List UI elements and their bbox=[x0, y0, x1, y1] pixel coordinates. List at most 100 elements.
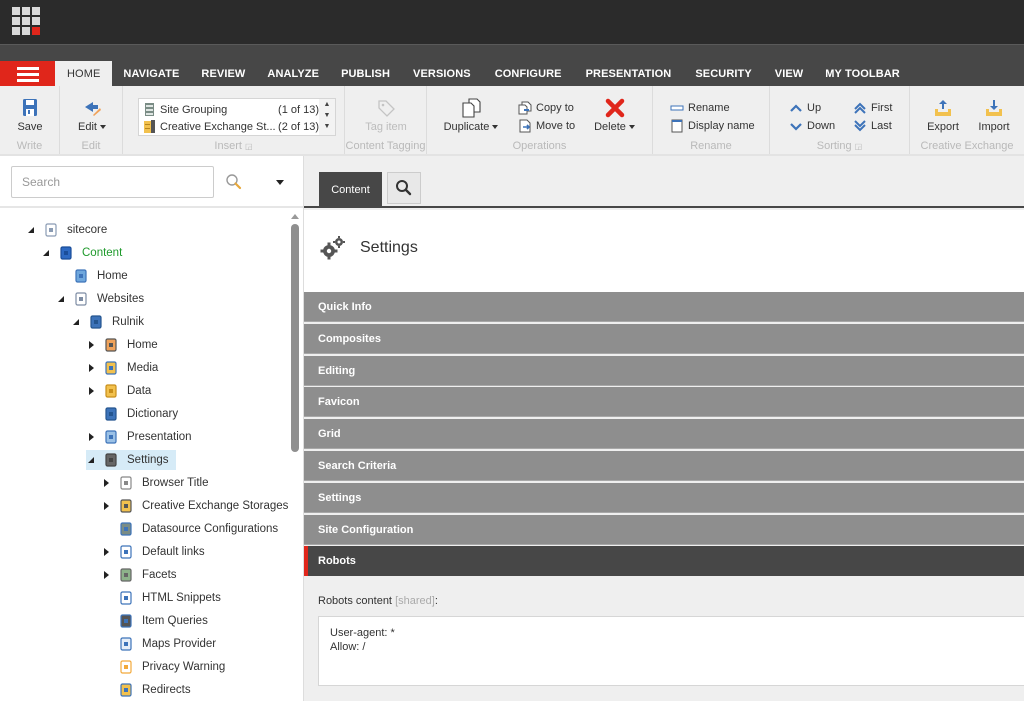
tree-node[interactable]: Home bbox=[86, 335, 161, 355]
search-icon[interactable] bbox=[225, 173, 243, 191]
content-tree-panel: sitecore Content Home Websites Rulnik Home Med… bbox=[0, 156, 303, 701]
tag-item-button[interactable]: Tag item bbox=[364, 98, 408, 133]
import-label: Import bbox=[978, 121, 1010, 133]
scroll-down-icon[interactable]: ▼ bbox=[319, 110, 335, 121]
tab-view[interactable]: VIEW bbox=[764, 61, 815, 87]
collapsed-toggle-icon[interactable] bbox=[101, 501, 111, 511]
expanded-toggle-icon[interactable] bbox=[71, 317, 81, 327]
tree-node[interactable]: Creative Exchange Storages bbox=[101, 496, 288, 516]
sort-up-button[interactable]: Up bbox=[789, 100, 821, 116]
import-button[interactable]: Import bbox=[976, 98, 1012, 133]
tree-node[interactable]: Item Queries bbox=[101, 611, 211, 631]
tab-configure[interactable]: CONFIGURE bbox=[483, 61, 574, 87]
rename-button[interactable]: Rename bbox=[670, 100, 730, 116]
tree-node[interactable]: Data bbox=[86, 381, 154, 401]
expanded-toggle-icon[interactable] bbox=[86, 455, 96, 465]
tag-icon bbox=[378, 100, 395, 117]
tree-node[interactable]: Dictionary bbox=[86, 404, 181, 424]
tree-node[interactable]: Browser Title bbox=[101, 473, 211, 493]
tree-node[interactable]: Presentation bbox=[86, 427, 195, 447]
tree-node[interactable]: Redirects bbox=[101, 680, 194, 700]
no-toggle bbox=[56, 271, 66, 281]
collapsed-toggle-icon[interactable] bbox=[86, 432, 96, 442]
tree-node[interactable]: Datasource Configurations bbox=[101, 519, 281, 539]
tree-node[interactable]: sitecore bbox=[26, 220, 110, 240]
collapsed-toggle-icon[interactable] bbox=[101, 547, 111, 557]
edit-button[interactable]: Edit bbox=[74, 98, 110, 133]
html-snippet-icon bbox=[120, 591, 132, 605]
move-to-button[interactable]: Move to bbox=[518, 118, 575, 134]
section-header-composites[interactable]: Composites bbox=[304, 323, 1024, 354]
save-button[interactable]: Save bbox=[14, 98, 46, 133]
collapsed-toggle-icon[interactable] bbox=[101, 478, 111, 488]
sort-down-button[interactable]: Down bbox=[789, 118, 835, 134]
tree-node[interactable]: Home bbox=[56, 266, 131, 286]
tree-node[interactable]: Facets bbox=[101, 565, 180, 585]
data-icon bbox=[105, 384, 117, 398]
tree-node-label: Data bbox=[127, 385, 152, 397]
tree-node[interactable]: Default links bbox=[101, 542, 208, 562]
sort-last-button[interactable]: Last bbox=[853, 118, 892, 134]
collapsed-toggle-icon[interactable] bbox=[86, 363, 96, 373]
collapsed-toggle-icon[interactable] bbox=[86, 340, 96, 350]
search-options-dropdown-icon[interactable] bbox=[276, 180, 284, 185]
robots-content-textarea[interactable] bbox=[318, 616, 1024, 686]
scrollbar-thumb[interactable] bbox=[291, 224, 299, 452]
scroll-up-icon[interactable] bbox=[291, 214, 299, 219]
tree-node-label: Media bbox=[127, 362, 159, 374]
tree-node[interactable]: Settings bbox=[86, 450, 176, 470]
section-header-editing[interactable]: Editing bbox=[304, 355, 1024, 386]
dialog-launcher-icon[interactable]: ◲ bbox=[855, 142, 863, 151]
tree-node[interactable]: HTML Snippets bbox=[101, 588, 224, 608]
scroll-up-icon[interactable]: ▲ bbox=[319, 99, 335, 110]
collapsed-toggle-icon[interactable] bbox=[101, 570, 111, 580]
tab-content[interactable]: Content bbox=[319, 172, 382, 208]
expanded-toggle-icon[interactable] bbox=[26, 225, 36, 235]
expanded-toggle-icon[interactable] bbox=[41, 248, 51, 258]
section-header-grid[interactable]: Grid bbox=[304, 419, 1024, 450]
tab-analyze[interactable]: ANALYZE bbox=[256, 61, 330, 87]
tab-search[interactable] bbox=[387, 172, 421, 204]
tree-node[interactable]: Media bbox=[86, 358, 161, 378]
delete-button[interactable]: Delete bbox=[592, 98, 637, 133]
search-input[interactable] bbox=[11, 166, 214, 198]
tab-review[interactable]: REVIEW bbox=[190, 61, 256, 87]
section-header-quick-info[interactable]: Quick Info bbox=[304, 292, 1024, 322]
tab-versions[interactable]: VERSIONS bbox=[401, 61, 483, 87]
insert-list-scroller[interactable]: ▲ ▼ ▼ bbox=[319, 99, 335, 135]
section-header-search-criteria[interactable]: Search Criteria bbox=[304, 451, 1024, 481]
tree-node[interactable]: Rulnik bbox=[71, 312, 147, 332]
section-header-robots[interactable]: Robots bbox=[304, 546, 1024, 577]
tree-node[interactable]: Content bbox=[41, 243, 125, 263]
dialog-launcher-icon[interactable]: ◲ bbox=[245, 142, 253, 151]
app-launcher-grid-icon[interactable] bbox=[12, 7, 40, 35]
tree-node[interactable]: Maps Provider bbox=[101, 634, 219, 654]
collapsed-toggle-icon[interactable] bbox=[86, 386, 96, 396]
expanded-toggle-icon[interactable] bbox=[56, 294, 66, 304]
tree-node[interactable]: Privacy Warning bbox=[101, 657, 228, 677]
tab-presentation[interactable]: PRESENTATION bbox=[574, 61, 684, 87]
tab-my-toolbar[interactable]: MY TOOLBAR bbox=[814, 61, 911, 87]
section-header-favicon[interactable]: Favicon bbox=[304, 387, 1024, 418]
export-button[interactable]: Export bbox=[926, 98, 960, 133]
sort-first-button[interactable]: First bbox=[853, 100, 892, 116]
tree-node[interactable]: Websites bbox=[56, 289, 147, 309]
section-header-site-configuration[interactable]: Site Configuration bbox=[304, 514, 1024, 545]
ribbon-group-label: Insert ◲ bbox=[123, 140, 344, 152]
expand-list-icon[interactable]: ▼ bbox=[319, 121, 335, 132]
section-header-settings[interactable]: Settings bbox=[304, 482, 1024, 513]
duplicate-button[interactable]: Duplicate bbox=[443, 98, 499, 133]
export-upload-icon bbox=[935, 100, 951, 116]
tab-navigate[interactable]: NAVIGATE bbox=[112, 61, 190, 87]
tree-scrollbar[interactable] bbox=[288, 208, 302, 701]
copy-to-button[interactable]: Copy to bbox=[518, 100, 574, 116]
sort-down-label: Down bbox=[807, 120, 836, 132]
insert-option[interactable]: Site Grouping (1 of 13) bbox=[144, 101, 319, 118]
tab-publish[interactable]: PUBLISH bbox=[330, 61, 401, 87]
insert-options-list[interactable]: Site Grouping (1 of 13) Creative Exchang… bbox=[138, 98, 336, 136]
tab-security[interactable]: SECURITY bbox=[683, 61, 763, 87]
tab-home[interactable]: HOME bbox=[55, 61, 113, 87]
insert-option[interactable]: Creative Exchange St... (2 of 13) bbox=[144, 118, 319, 135]
hamburger-menu-icon[interactable] bbox=[0, 61, 55, 87]
display-name-button[interactable]: Display name bbox=[670, 118, 755, 134]
